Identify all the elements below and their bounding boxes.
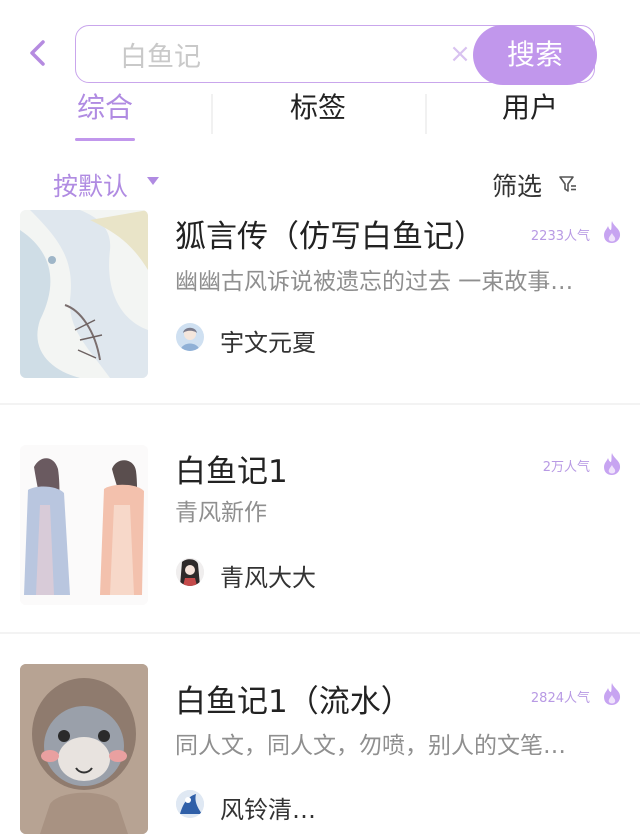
result-card[interactable]: 狐言传（仿写白鱼记） 2233人气 幽幽古风诉说被遗忘的过去 一束故事… 宇文元… [0,205,640,405]
filter-funnel-icon[interactable] [558,174,578,194]
back-arrow-icon[interactable] [22,36,56,70]
caret-down-icon[interactable] [147,177,159,185]
clear-x-icon[interactable]: × [447,40,473,68]
flame-icon [604,683,621,705]
flame-icon [604,453,621,475]
popularity-count: 2万人气 [542,460,590,475]
result-title[interactable]: 白鱼记1（流水） [175,676,412,721]
tab-general[interactable]: 综合 [60,90,150,142]
author-avatar[interactable] [176,790,204,818]
tab-users[interactable]: 用户 [485,90,575,142]
tab-divider [211,94,213,134]
tab-bar: 综合 标签 用户 [0,90,640,142]
sort-dropdown[interactable]: 按默认 [53,167,128,203]
divider [0,403,640,405]
result-title[interactable]: 狐言传（仿写白鱼记） [175,211,485,256]
book-cover-image[interactable] [20,664,148,834]
author-avatar[interactable] [176,558,204,586]
book-cover-image[interactable] [20,210,148,378]
author-name[interactable]: 风铃清… [220,790,316,825]
result-description: 同人文，同人文，勿喷，别人的文笔… [175,733,566,759]
filter-button[interactable]: 筛选 [492,167,542,203]
divider [0,632,640,634]
flame-icon [604,221,621,243]
popularity-count: 2233人气 [530,229,590,244]
result-description: 幽幽古风诉说被遗忘的过去 一束故事… [175,269,574,295]
result-card[interactable]: 白鱼记1（流水） 2824人气 同人文，同人文，勿喷，别人的文笔… 风铃清… [0,660,640,837]
result-card[interactable]: 白鱼记1 2万人气 青风新作 青风大大 [0,430,640,630]
search-input[interactable] [120,36,420,72]
tab-tags[interactable]: 标签 [273,90,363,142]
author-name[interactable]: 宇文元夏 [220,323,316,358]
author-name[interactable]: 青风大大 [220,558,316,593]
top-bar: × 搜索 [0,0,640,90]
result-description: 青风新作 [175,500,267,526]
tab-divider [425,94,427,134]
popularity-count: 2824人气 [530,691,590,706]
book-cover-image[interactable] [20,445,148,605]
author-avatar[interactable] [176,323,204,351]
result-title[interactable]: 白鱼记1 [175,446,288,491]
search-button[interactable]: 搜索 [473,25,597,85]
active-tab-indicator [75,138,135,141]
